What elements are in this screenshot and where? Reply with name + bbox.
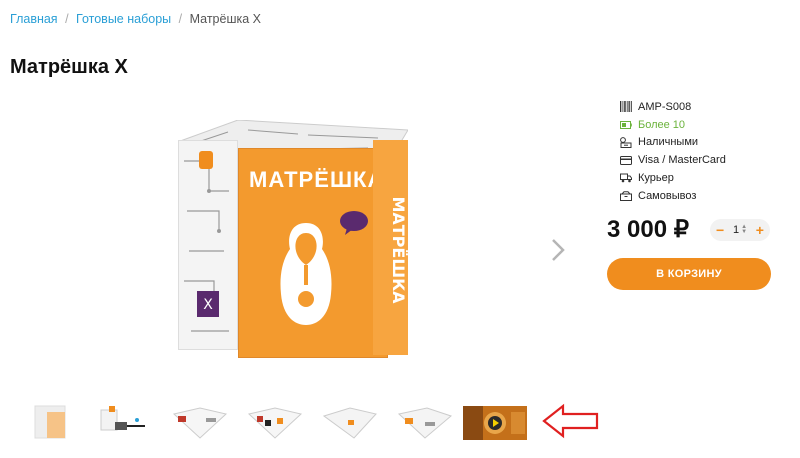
breadcrumb-home-link[interactable]: Главная [10, 12, 58, 26]
box-icon [620, 190, 632, 202]
thumbnail-6[interactable] [395, 402, 455, 442]
speech-bubble-badge [340, 211, 368, 235]
thumbnail-5[interactable] [320, 402, 380, 442]
thumbnail-video[interactable] [463, 406, 527, 440]
info-card-text: Visa / MasterCard [638, 154, 726, 167]
truck-icon [620, 172, 632, 184]
breadcrumb-section-link[interactable]: Готовые наборы [76, 12, 171, 26]
info-courier-text: Курьер [638, 172, 674, 185]
barcode-icon [620, 101, 632, 113]
thumbnail-2[interactable] [95, 402, 155, 442]
info-sku: AMP-S008 [620, 98, 726, 116]
box-front-side: МАТРЁШКА [238, 148, 388, 358]
thumbnail-4[interactable] [245, 402, 305, 442]
info-courier: Курьер [620, 169, 726, 187]
card-icon [620, 154, 632, 166]
thumbnail-strip [0, 402, 800, 446]
info-sku-text: AMP-S008 [638, 100, 692, 113]
svg-text:X: X [203, 297, 213, 313]
cash-icon [620, 136, 632, 148]
quantity-spin-icon[interactable]: ▲ ▼ [741, 224, 747, 235]
breadcrumb: Главная / Готовые наборы / Матрёшка X [10, 12, 261, 26]
info-stock-text: Более 10 [638, 118, 686, 131]
product-price: 3 000 ₽ [607, 216, 689, 243]
breadcrumb-separator: / [178, 12, 183, 26]
battery-icon [620, 119, 632, 131]
breadcrumb-current: Матрёшка X [189, 12, 261, 26]
info-pickup-text: Самовывоз [638, 189, 697, 202]
breadcrumb-separator: / [65, 12, 69, 26]
chevron-right-icon[interactable] [548, 236, 568, 264]
product-info-list: AMP-S008 Более 10 Наличными Visa / Maste… [620, 98, 726, 205]
add-to-cart-button[interactable]: В КОРЗИНУ [607, 258, 771, 290]
arrow-left-icon [542, 403, 599, 439]
product-main-image[interactable]: X МАТРЁШКА МАТРЁШКА [178, 100, 408, 365]
info-pickup: Самовывоз [620, 187, 726, 205]
info-cash-text: Наличными [638, 136, 699, 149]
box-right-side: МАТРЁШКА [373, 140, 408, 355]
box-side-brand-text: МАТРЁШКА [389, 196, 408, 304]
quantity-value[interactable]: 1 [733, 224, 739, 236]
info-stock: Более 10 [620, 116, 726, 134]
quantity-decrease-button[interactable]: − [716, 222, 724, 238]
matryoshka-doll-image [280, 223, 332, 325]
box-brand-text: МАТРЁШКА [249, 167, 385, 192]
page-title: Матрёшка X [10, 56, 128, 78]
info-cash: Наличными [620, 134, 726, 152]
thumbnail-1[interactable] [25, 402, 85, 442]
quantity-increase-button[interactable]: + [756, 222, 764, 238]
quantity-stepper[interactable]: − 1 ▲ ▼ + [710, 219, 770, 241]
info-card: Visa / MasterCard [620, 151, 726, 169]
box-left-side: X [178, 140, 238, 350]
thumbnail-3[interactable] [170, 402, 230, 442]
